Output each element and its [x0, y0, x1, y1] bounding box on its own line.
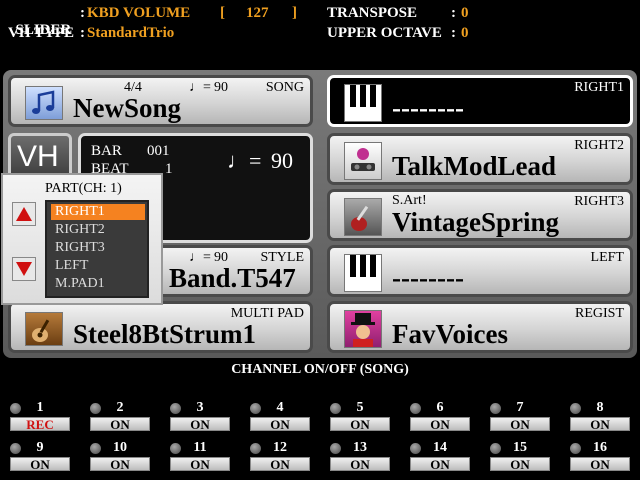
left-tag: LEFT: [590, 250, 624, 265]
electric-guitar-icon: [344, 198, 382, 236]
channel-4-button[interactable]: ON: [250, 417, 310, 432]
transpose-value: 0: [461, 5, 469, 21]
regist-tag: REGIST: [575, 306, 624, 321]
style-name: Band.T547: [169, 263, 296, 293]
right1-tag: RIGHT1: [574, 80, 624, 95]
channel-section-title: CHANNEL ON/OFF (SONG): [231, 362, 409, 377]
transpose-colon: :: [451, 5, 456, 21]
right3-name: VintageSpring: [392, 207, 560, 237]
piano-icon: [344, 254, 382, 292]
channel-1-button[interactable]: REC: [10, 417, 70, 432]
part-list: RIGHT1 RIGHT2 RIGHT3 LEFT M.PAD1: [45, 200, 149, 298]
piano-icon: [344, 84, 382, 122]
upper-octave-colon: :: [451, 25, 456, 41]
song-name: NewSong: [73, 93, 182, 123]
guitar-icon: [25, 312, 63, 346]
channel-7-button[interactable]: ON: [490, 417, 550, 432]
channel-number: 7: [516, 400, 524, 415]
channel-14-button[interactable]: ON: [410, 457, 470, 472]
multipad-box[interactable]: MULTI PAD Steel8BtStrum1: [8, 301, 313, 353]
channel-13-button[interactable]: ON: [330, 457, 390, 472]
slider-number: 127: [246, 5, 269, 21]
channel-number: 3: [196, 400, 204, 415]
vhtype-colon: :: [80, 25, 85, 41]
upper-octave-label: UPPER OCTAVE: [327, 25, 442, 41]
song-tempo: 90: [214, 80, 228, 95]
channel-number: 16: [593, 440, 607, 455]
vh-label: VH: [17, 140, 59, 173]
channel-number: 4: [276, 400, 284, 415]
bar-tempo: 90: [271, 148, 293, 173]
part-popup: PART(CH: 1) RIGHT1 RIGHT2 RIGHT3 LEFT M.…: [1, 173, 163, 305]
channel-15-button[interactable]: ON: [490, 457, 550, 472]
channel-9-button[interactable]: ON: [10, 457, 70, 472]
channel-number: 2: [116, 400, 124, 415]
regist-box[interactable]: REGIST FavVoices: [327, 301, 633, 353]
dj-icon: [344, 142, 382, 180]
channel-11-button[interactable]: ON: [170, 457, 230, 472]
music-note-icon: [25, 86, 63, 120]
channel-number: 5: [356, 400, 364, 415]
right1-name: --------: [392, 93, 464, 123]
channel-number: 14: [433, 440, 447, 455]
multipad-name: Steel8BtStrum1: [73, 319, 256, 349]
part-list-item-right2[interactable]: RIGHT2: [51, 222, 145, 238]
right1-box[interactable]: RIGHT1 --------: [327, 75, 633, 127]
part-list-item-mpad1[interactable]: M.PAD1: [51, 276, 145, 292]
part-list-item-right1[interactable]: RIGHT1: [51, 204, 145, 220]
slider-bracket-close: ]: [292, 5, 297, 21]
regist-name: FavVoices: [392, 319, 508, 349]
song-tag: SONG: [265, 80, 304, 95]
right3-box[interactable]: S.Art! RIGHT3 VintageSpring: [327, 189, 633, 241]
vhtype-value: StandardTrio: [87, 25, 175, 41]
channel-3-button[interactable]: ON: [170, 417, 230, 432]
channel-number: 15: [513, 440, 527, 455]
channel-number: 8: [596, 400, 604, 415]
song-tempo-symbol: ♩=: [189, 80, 211, 95]
channel-number: 12: [273, 440, 287, 455]
bar-tempo-symbol: ♩=: [227, 148, 262, 173]
bar-label: BAR: [91, 143, 122, 159]
channel-2-button[interactable]: ON: [90, 417, 150, 432]
slider-bracket-open: [: [220, 5, 225, 21]
triangle-down-icon: [16, 262, 32, 276]
song-box[interactable]: 4/4 ♩= 90 SONG NewSong: [8, 75, 313, 127]
upper-octave-value: 0: [461, 25, 469, 41]
slider-colon: :: [80, 5, 85, 21]
channel-number: 13: [353, 440, 367, 455]
beat-value: 1: [165, 161, 173, 177]
right2-name: TalkModLead: [392, 151, 557, 181]
channel-number: 9: [36, 440, 44, 455]
vhtype-label: VH TYPE: [8, 25, 74, 41]
right3-tag: RIGHT3: [574, 194, 624, 209]
part-popup-title: PART(CH: 1): [45, 181, 122, 196]
bar-value: 001: [147, 143, 170, 159]
part-up-button[interactable]: [12, 202, 36, 226]
transpose-label: TRANSPOSE: [327, 5, 418, 21]
channel-number: 11: [193, 440, 207, 455]
magician-icon: [344, 310, 382, 348]
part-down-button[interactable]: [12, 257, 36, 281]
slider-value: KBD VOLUME: [87, 5, 191, 21]
channel-number: 10: [113, 440, 127, 455]
channel-16-button[interactable]: ON: [570, 457, 630, 472]
left-name: --------: [392, 263, 464, 293]
channel-5-button[interactable]: ON: [330, 417, 390, 432]
triangle-up-icon: [16, 207, 32, 221]
channel-6-button[interactable]: ON: [410, 417, 470, 432]
channel-8-button[interactable]: ON: [570, 417, 630, 432]
channel-number: 1: [36, 400, 44, 415]
right2-tag: RIGHT2: [574, 138, 624, 153]
right2-box[interactable]: RIGHT2 TalkModLead: [327, 133, 633, 185]
left-box[interactable]: LEFT --------: [327, 245, 633, 297]
part-list-item-left[interactable]: LEFT: [51, 258, 145, 274]
part-list-item-right3[interactable]: RIGHT3: [51, 240, 145, 256]
channel-number: 6: [436, 400, 444, 415]
channel-10-button[interactable]: ON: [90, 457, 150, 472]
channel-12-button[interactable]: ON: [250, 457, 310, 472]
